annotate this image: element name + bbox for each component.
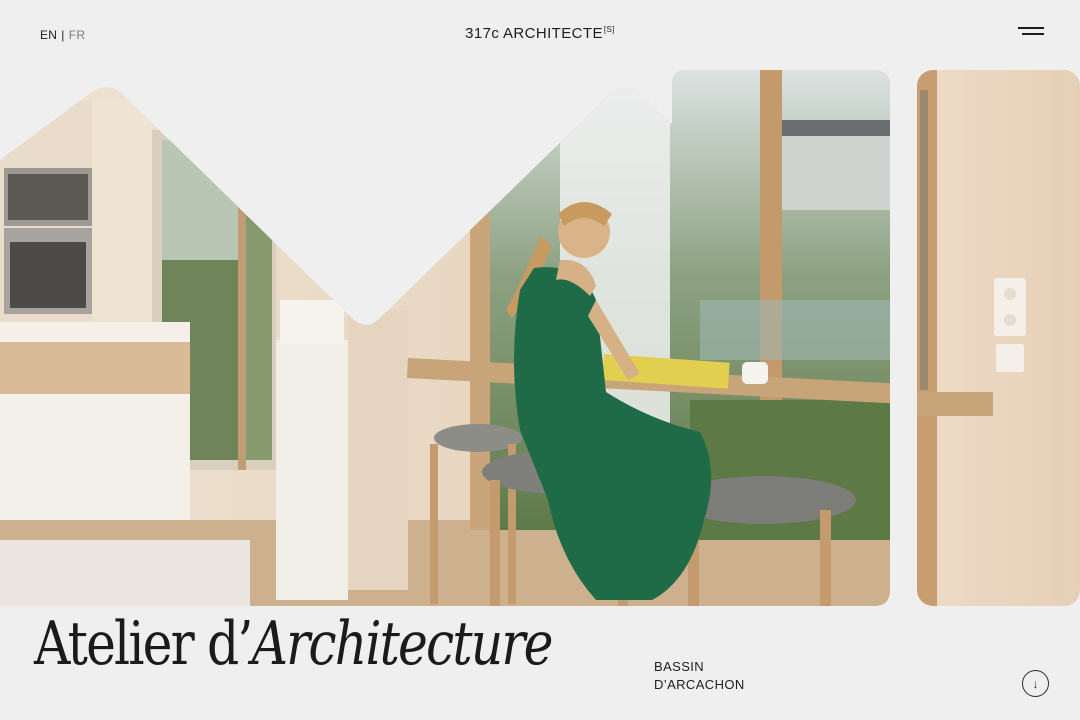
arrow-down-icon: ↓	[1032, 676, 1039, 691]
hero-image	[0, 0, 1080, 606]
menu-line-top	[1018, 27, 1044, 29]
title-plain: Atelier d’	[34, 609, 253, 679]
language-switcher: EN | FR	[40, 28, 85, 42]
title-italic: Architecture	[251, 609, 554, 679]
location-line-1: BASSIN	[654, 659, 705, 674]
menu-line-bottom	[1022, 33, 1044, 35]
scroll-down-button[interactable]: ↓	[1022, 670, 1049, 697]
brand-suffix: [S]	[603, 25, 615, 34]
language-en[interactable]: EN	[40, 28, 57, 42]
hamburger-menu-icon[interactable]	[1018, 24, 1044, 40]
location-line-2: D’ARCACHON	[654, 677, 745, 692]
page-title: Atelier d’Architecture	[34, 614, 553, 674]
hero-scene	[0, 70, 1080, 606]
language-fr[interactable]: FR	[69, 28, 86, 42]
brand-logo-link[interactable]: 317c ARCHITECTE[S]	[465, 25, 615, 42]
brand-name: 317c ARCHITECTE	[465, 25, 603, 42]
location-label: BASSIN D’ARCACHON	[654, 658, 745, 694]
language-separator: |	[61, 28, 65, 42]
